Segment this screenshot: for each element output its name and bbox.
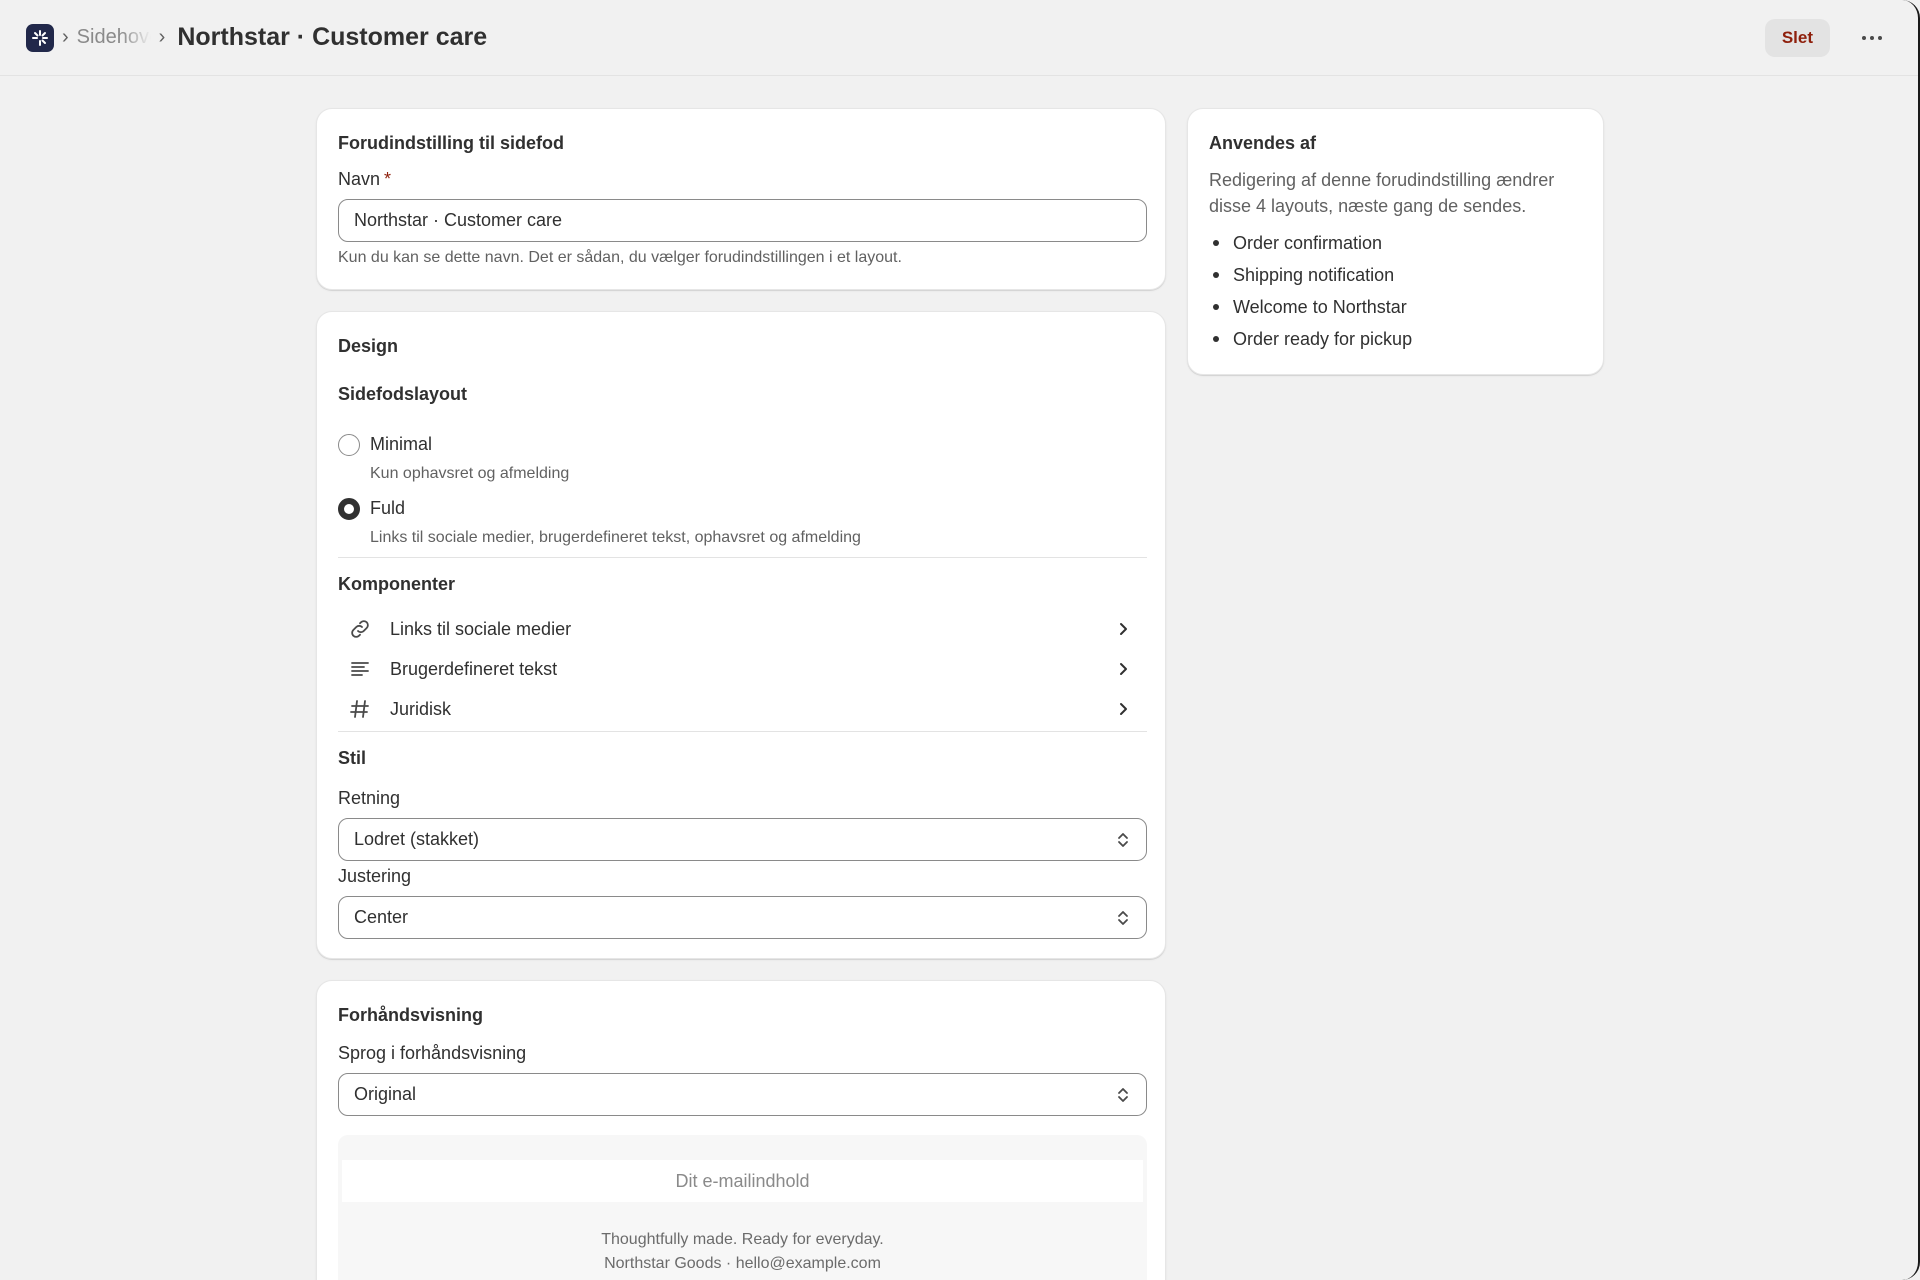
alignment-select-value: Center <box>354 907 409 927</box>
style-heading: Stil <box>338 748 367 768</box>
preview-card-title: Forhåndsvisning <box>338 1005 484 1025</box>
alignment-label: Justering <box>338 866 412 886</box>
preview-language-label: Sprog i forhåndsvisning <box>338 1043 527 1063</box>
layout-option-label[interactable]: Fuld <box>370 498 405 519</box>
chevron-right-icon <box>1120 703 1127 715</box>
hash-icon <box>350 700 369 718</box>
direction-select[interactable]: Lodret (stakket) <box>338 818 1147 861</box>
components-heading: Komponenter <box>338 574 455 594</box>
footer-tagline: Thoughtfully made. Ready for everyday. <box>601 1231 884 1248</box>
design-card-title: Design <box>338 336 399 356</box>
used-by-layout-item: Welcome to Northstar <box>1209 291 1412 323</box>
select-chevron-icon <box>1118 911 1128 925</box>
preset-card: Forudindstilling til sidefod Navn * North… <box>316 108 1166 290</box>
chevron-right-icon <box>1120 663 1127 675</box>
breadcrumb-separator-icon: › <box>62 26 69 48</box>
design-card: Design Sidefodslayout Minimal Kun ophavs… <box>316 311 1166 959</box>
required-indicator: * <box>384 169 392 189</box>
direction-select-value: Lodret (stakket) <box>354 829 480 849</box>
direction-label: Retning <box>338 788 401 808</box>
alignment-select[interactable]: Center <box>338 896 1147 939</box>
breadcrumb-separator-icon: › <box>158 26 166 48</box>
used-by-layout-item: Shipping notification <box>1209 259 1412 291</box>
layout-option-description: Kun ophavsret og afmelding <box>370 465 570 482</box>
layout-option-description: Links til sociale medier, brugerdefinere… <box>370 529 861 546</box>
component-row-custom-text[interactable]: Brugerdefineret tekst <box>338 649 1147 689</box>
section-divider <box>338 557 1147 558</box>
select-chevron-icon <box>1118 833 1128 847</box>
layout-option-label[interactable]: Minimal <box>370 434 432 455</box>
breadcrumb-parent-link[interactable]: Sidehoved <box>77 26 151 49</box>
text-align-icon <box>351 662 369 676</box>
email-content-placeholder: Dit e-mailindhold <box>342 1160 1143 1202</box>
used-by-title: Anvendes af <box>1209 133 1317 153</box>
used-by-card: Anvendes af Redigering af denne forudind… <box>1187 108 1604 375</box>
layout-heading: Sidefodslayout <box>338 384 468 404</box>
more-actions-icon[interactable] <box>1852 19 1892 57</box>
used-by-layout-item: Order confirmation <box>1209 227 1412 259</box>
email-preview: Dit e-mailindhold Thoughtfully made. Rea… <box>338 1135 1147 1280</box>
top-bar: › Sidehoved › Northstar · Customer care <box>0 0 1918 76</box>
link-icon <box>351 620 369 638</box>
layout-radio-minimal[interactable] <box>338 434 360 456</box>
select-chevron-icon <box>1118 1088 1128 1102</box>
component-label: Brugerdefineret tekst <box>390 658 558 679</box>
component-label: Juridisk <box>390 698 452 719</box>
preset-card-title: Forudindstilling til sidefod <box>338 133 564 153</box>
page-title: Northstar · Customer care <box>177 23 488 51</box>
header-actions: Slet <box>1764 0 1892 76</box>
used-by-layout-item: Order ready for pickup <box>1209 323 1412 355</box>
app-logo-icon[interactable] <box>26 23 54 52</box>
preview-language-value: Original <box>354 1084 417 1104</box>
chevron-right-icon <box>1120 623 1127 635</box>
delete-button[interactable]: Slet <box>1764 19 1830 57</box>
component-row-legal[interactable]: Juridisk <box>338 689 1147 729</box>
used-by-layout-list: Order confirmation Shipping notification… <box>1209 227 1412 355</box>
name-label: Navn * <box>338 169 392 189</box>
component-row-social-links[interactable]: Links til sociale medier <box>338 609 1147 649</box>
footer-contact: Northstar Goods · hello@example.com <box>604 1255 881 1272</box>
name-help-text: Kun du kan se dette navn. Det er sådan, … <box>338 249 902 266</box>
component-label: Links til sociale medier <box>390 618 572 639</box>
layout-radio-full[interactable] <box>338 498 360 520</box>
name-input[interactable]: Northstar · Customer care <box>338 199 1147 242</box>
preview-card: Forhåndsvisning Sprog i forhåndsvisning … <box>316 980 1166 1280</box>
app-window: › Sidehoved › Northstar · Customer care … <box>0 0 1920 1280</box>
section-divider <box>338 731 1147 732</box>
used-by-description: Redigering af denne forudindstilling ænd… <box>1209 170 1555 216</box>
preview-language-select[interactable]: Original <box>338 1073 1147 1116</box>
